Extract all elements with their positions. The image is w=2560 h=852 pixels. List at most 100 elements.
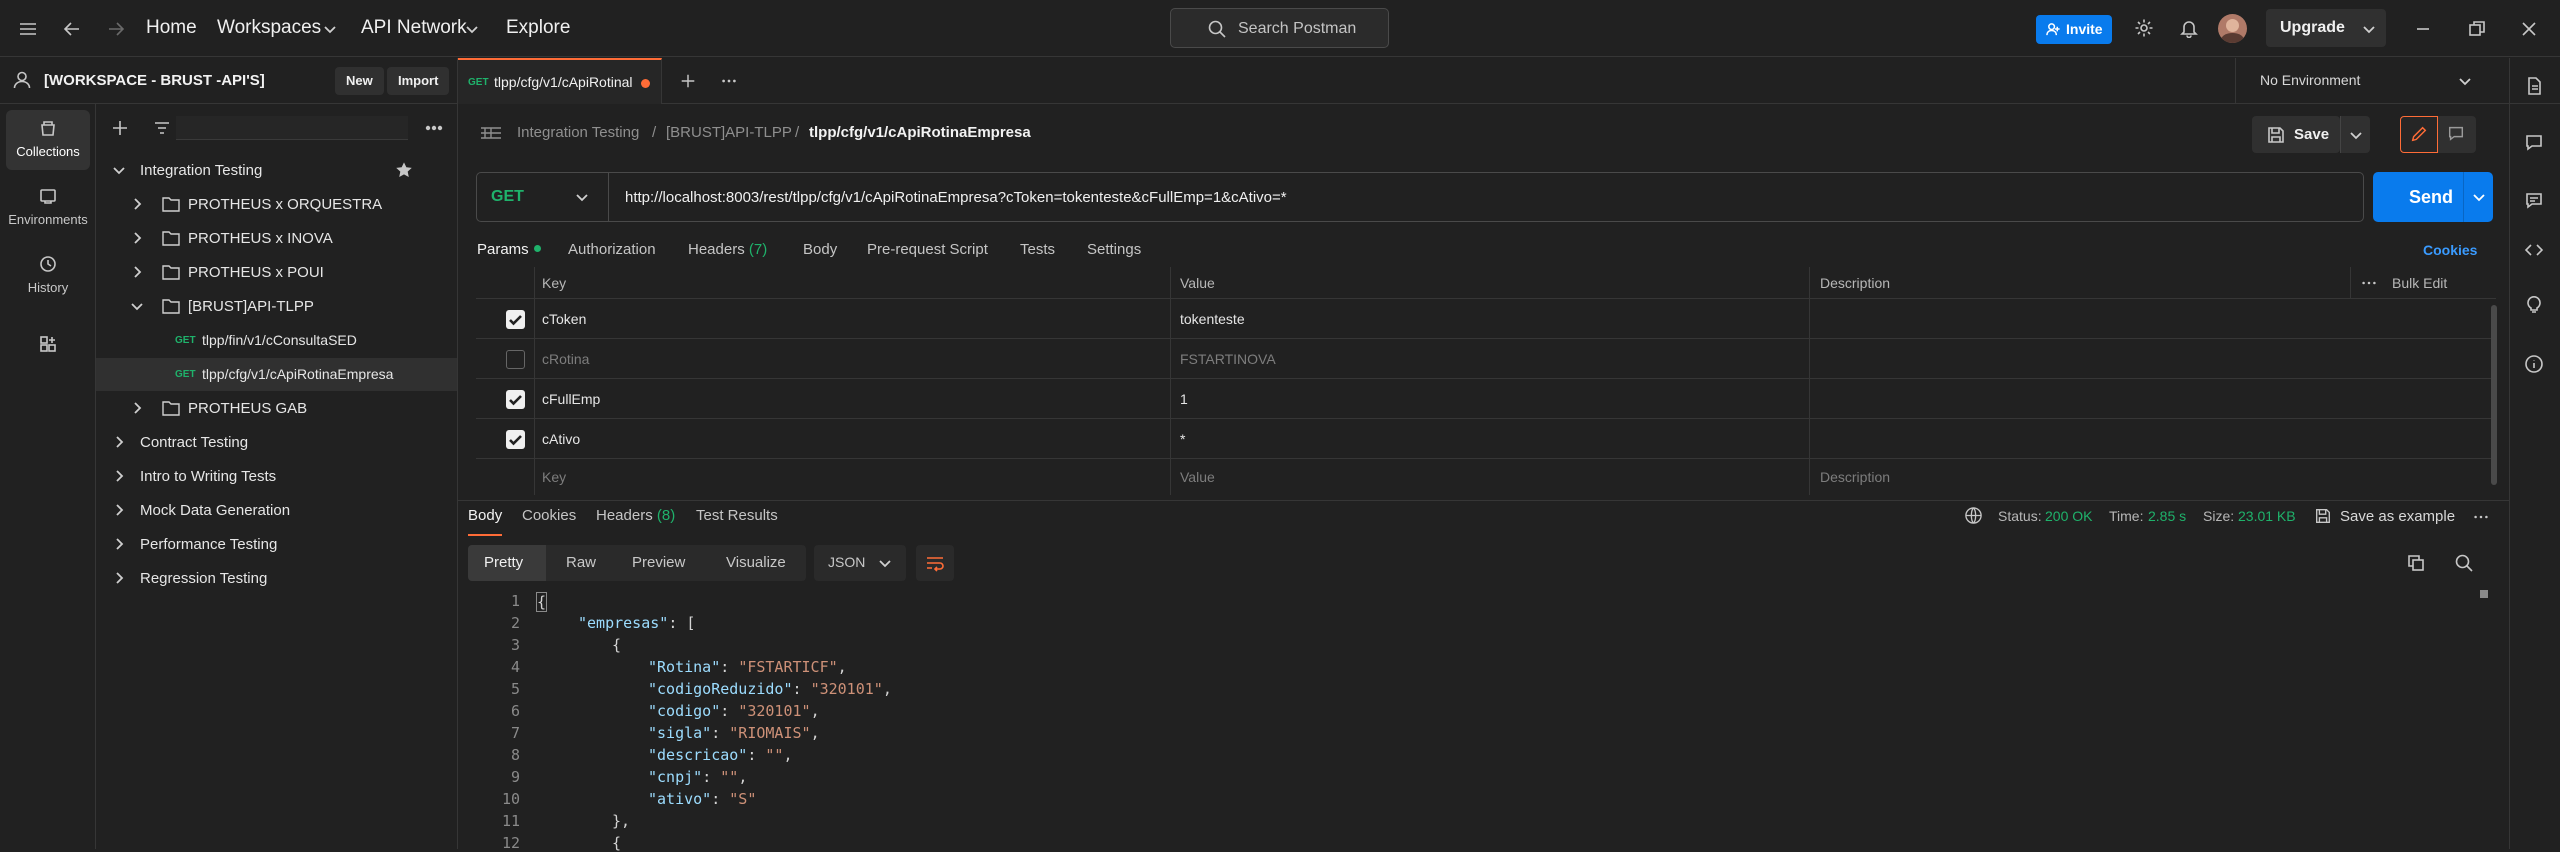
folder-item[interactable]: [BRUST]API-TLPP <box>96 290 457 323</box>
tab-request[interactable]: GET tlpp/cfg/v1/cApiRotinal <box>458 58 662 104</box>
tab-options-icon[interactable] <box>720 72 738 90</box>
tab-body[interactable]: Body <box>803 241 837 258</box>
time-value[interactable]: 2.85 s <box>2148 508 2186 524</box>
param-checkbox[interactable] <box>506 430 525 449</box>
language-selector[interactable]: JSON <box>814 545 906 581</box>
save-as-example-button[interactable]: Save as example <box>2340 508 2455 525</box>
filter-input[interactable] <box>176 116 408 140</box>
chevron-right-icon[interactable] <box>130 401 144 415</box>
import-button[interactable]: Import <box>387 67 450 95</box>
more-options-icon[interactable] <box>2360 274 2378 292</box>
key-placeholder[interactable]: Key <box>542 469 566 485</box>
params-scrollbar[interactable] <box>2491 305 2497 485</box>
avatar[interactable] <box>2218 14 2247 43</box>
request-item[interactable]: GET tlpp/fin/v1/cConsultaSED <box>96 324 457 357</box>
tab-headers[interactable]: Headers (8) <box>596 507 675 524</box>
send-button[interactable]: Send <box>2373 172 2493 222</box>
chevron-right-icon[interactable] <box>112 537 126 551</box>
status-value[interactable]: 200 OK <box>2045 508 2092 524</box>
workspace-title[interactable]: [WORKSPACE - BRUST -API'S] <box>44 72 265 89</box>
rail-add-apps[interactable] <box>6 322 90 366</box>
rail-history[interactable]: History <box>6 246 90 306</box>
chevron-right-icon[interactable] <box>112 435 126 449</box>
chevron-right-icon[interactable] <box>112 571 126 585</box>
param-checkbox[interactable] <box>506 310 525 329</box>
save-options[interactable] <box>2340 116 2370 153</box>
info-icon[interactable] <box>2524 354 2544 374</box>
breadcrumb-collection[interactable]: Integration Testing <box>517 124 639 141</box>
size-value[interactable]: 23.01 KB <box>2238 508 2296 524</box>
nav-explore[interactable]: Explore <box>506 17 570 39</box>
param-key[interactable]: cAtivo <box>542 431 580 447</box>
invite-button[interactable]: Invite <box>2036 15 2112 44</box>
collection-item[interactable]: Contract Testing <box>96 426 457 459</box>
wrap-lines-button[interactable] <box>916 545 954 581</box>
restore-icon[interactable] <box>2467 19 2487 39</box>
lightbulb-icon[interactable] <box>2524 294 2544 314</box>
description-placeholder[interactable]: Description <box>1820 469 1890 485</box>
minimize-icon[interactable] <box>2413 19 2433 39</box>
comments-icon[interactable] <box>2524 132 2544 152</box>
upgrade-button[interactable]: Upgrade <box>2266 9 2386 47</box>
back-arrow-icon[interactable] <box>62 19 82 39</box>
new-button[interactable]: New <box>335 67 384 95</box>
menu-icon[interactable] <box>18 19 38 39</box>
breadcrumb-folder[interactable]: [BRUST]API-TLPP <box>666 124 792 141</box>
tab-tests[interactable]: Tests <box>1020 241 1055 258</box>
edit-mode-button[interactable] <box>2400 116 2438 153</box>
tab-body[interactable]: Body <box>468 507 503 536</box>
chevron-down-icon[interactable] <box>465 22 479 36</box>
comment-mode-button[interactable] <box>2438 116 2476 153</box>
documentation-icon[interactable] <box>2524 76 2544 96</box>
bell-icon[interactable] <box>2179 18 2199 38</box>
folder-item[interactable]: PROTHEUS x POUI <box>96 256 457 289</box>
gear-icon[interactable] <box>2134 18 2154 38</box>
param-value[interactable]: FSTARTINOVA <box>1180 351 1276 367</box>
copy-icon[interactable] <box>2406 553 2426 573</box>
param-checkbox[interactable] <box>506 350 525 369</box>
request-item-selected[interactable]: GET tlpp/cfg/v1/cApiRotinaEmpresa <box>96 358 457 391</box>
tab-headers[interactable]: Headers (7) <box>688 241 767 258</box>
tab-authorization[interactable]: Authorization <box>568 241 656 258</box>
code-icon[interactable] <box>2524 240 2544 260</box>
collection-item[interactable]: Mock Data Generation <box>96 494 457 527</box>
method-selector[interactable]: GET <box>477 173 609 221</box>
chevron-right-icon[interactable] <box>130 265 144 279</box>
param-key[interactable]: cFullEmp <box>542 391 600 407</box>
folder-item[interactable]: PROTHEUS x INOVA <box>96 222 457 255</box>
collection-item[interactable]: Regression Testing <box>96 562 457 595</box>
tab-pre-request-script[interactable]: Pre-request Script <box>867 241 988 258</box>
param-key[interactable]: cRotina <box>542 351 589 367</box>
forward-arrow-icon[interactable] <box>106 19 126 39</box>
chevron-right-icon[interactable] <box>130 231 144 245</box>
format-preview[interactable]: Preview <box>616 545 710 581</box>
tab-params[interactable]: Params <box>477 241 541 270</box>
rail-environments[interactable]: Environments <box>6 178 90 238</box>
param-checkbox[interactable] <box>506 390 525 409</box>
close-icon[interactable] <box>2519 19 2539 39</box>
tab-test-results[interactable]: Test Results <box>696 507 778 524</box>
param-value[interactable]: * <box>1180 431 1185 447</box>
value-placeholder[interactable]: Value <box>1180 469 1215 485</box>
folder-item[interactable]: PROTHEUS x ORQUESTRA <box>96 188 457 221</box>
search-icon[interactable] <box>2454 553 2474 573</box>
collection-integration-testing[interactable]: Integration Testing <box>96 154 457 187</box>
format-pretty[interactable]: Pretty <box>468 545 546 581</box>
chevron-down-icon[interactable] <box>323 22 337 36</box>
tab-settings[interactable]: Settings <box>1087 241 1141 258</box>
param-value[interactable]: tokenteste <box>1180 311 1245 327</box>
tab-cookies[interactable]: Cookies <box>522 507 576 524</box>
chevron-down-icon[interactable] <box>130 299 144 313</box>
nav-home[interactable]: Home <box>146 17 197 39</box>
new-tab-icon[interactable] <box>679 72 697 90</box>
chevron-right-icon[interactable] <box>112 469 126 483</box>
chevron-down-icon[interactable] <box>2472 190 2486 204</box>
param-key[interactable]: cToken <box>542 311 586 327</box>
environment-selector[interactable]: No Environment <box>2235 58 2487 104</box>
param-value[interactable]: 1 <box>1180 391 1188 407</box>
filter-icon[interactable] <box>152 118 172 138</box>
search-box[interactable]: Search Postman <box>1170 8 1389 48</box>
rail-collections[interactable]: Collections <box>6 110 90 170</box>
more-options-icon[interactable] <box>424 118 444 138</box>
globe-icon[interactable] <box>1964 506 1983 525</box>
